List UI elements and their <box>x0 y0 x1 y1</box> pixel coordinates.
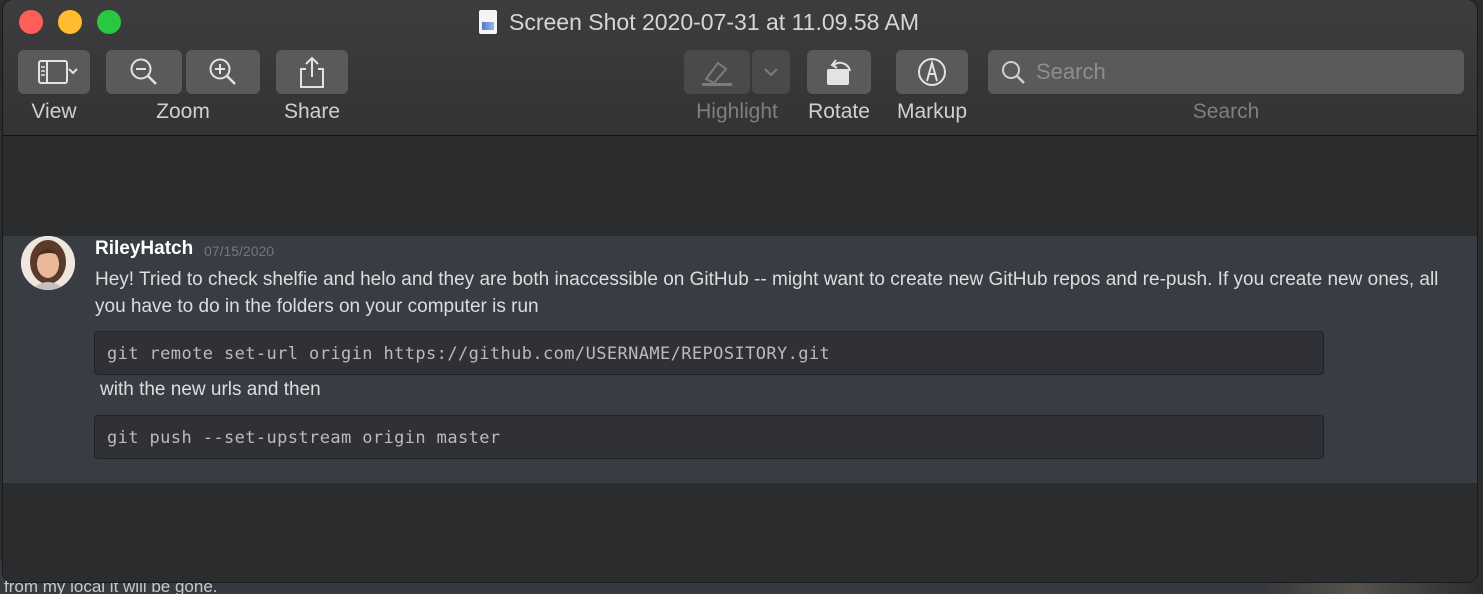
message-text-continued: with the new urls and then <box>100 379 321 400</box>
close-button[interactable] <box>19 10 43 34</box>
view-button[interactable] <box>18 50 90 94</box>
zoom-in-button[interactable] <box>186 50 260 94</box>
highlight-button[interactable] <box>684 50 750 94</box>
window-title: Screen Shot 2020-07-31 at 11.09.58 AM <box>479 7 919 37</box>
share-label: Share <box>283 100 341 123</box>
rotate-button[interactable] <box>807 50 871 94</box>
search-input[interactable] <box>1034 58 1464 86</box>
markup-pen-icon <box>918 58 946 86</box>
rotate-label: Rotate <box>808 100 870 123</box>
minimize-button[interactable] <box>58 10 82 34</box>
zoom-in-icon <box>209 58 236 85</box>
window-title-text: Screen Shot 2020-07-31 at 11.09.58 AM <box>509 8 920 35</box>
markup-button[interactable] <box>896 50 968 94</box>
highlight-label: Highlight <box>696 100 778 123</box>
share-icon <box>300 56 324 88</box>
zoom-out-icon <box>130 58 157 85</box>
rotate-icon <box>827 59 851 85</box>
markup-label: Markup <box>896 100 968 123</box>
message-text: Hey! Tried to check shelfie and helo and… <box>95 269 1439 317</box>
highlight-menu-button[interactable] <box>752 50 790 94</box>
chevron-down-icon <box>764 68 778 77</box>
chat-message: RileyHatch 07/15/2020 Hey! Tried to chec… <box>3 236 1477 483</box>
search-label: Search <box>1192 100 1260 123</box>
search-box[interactable] <box>988 50 1464 94</box>
code-block: git remote set-url origin https://github… <box>94 331 1324 375</box>
search-icon <box>1000 59 1026 85</box>
document-icon <box>479 10 497 34</box>
highlighter-icon <box>702 61 732 86</box>
username[interactable]: RileyHatch <box>95 238 193 260</box>
message-timestamp: 07/15/2020 <box>204 243 275 259</box>
maximize-button[interactable] <box>97 10 121 34</box>
document-canvas: RileyHatch 07/15/2020 Hey! Tried to chec… <box>3 136 1477 582</box>
code-block: git push --set-upstream origin master <box>94 415 1324 459</box>
preview-window: Screen Shot 2020-07-31 at 11.09.58 AM Vi… <box>3 0 1477 582</box>
sidebar-icon <box>38 60 78 84</box>
view-label: View <box>31 100 77 123</box>
avatar[interactable] <box>21 236 75 290</box>
titlebar: Screen Shot 2020-07-31 at 11.09.58 AM Vi… <box>3 0 1477 136</box>
zoom-label: Zoom <box>156 100 210 123</box>
share-button[interactable] <box>276 50 348 94</box>
zoom-out-button[interactable] <box>106 50 182 94</box>
